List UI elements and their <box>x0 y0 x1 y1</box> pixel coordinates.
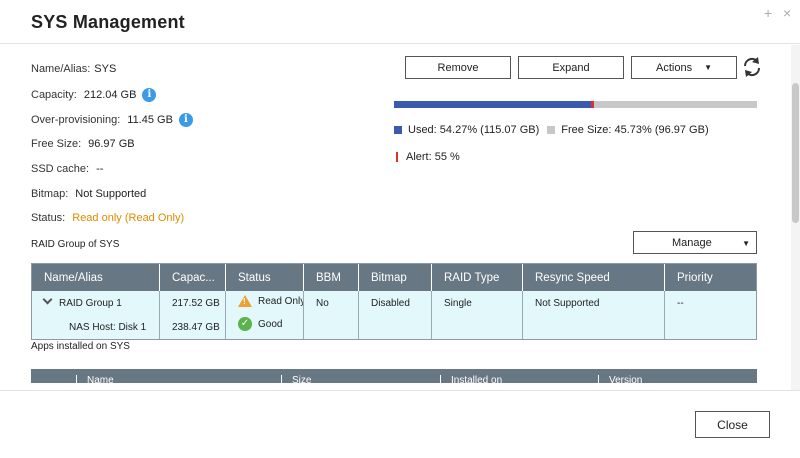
free-value: 96.97 GB <box>88 138 135 150</box>
apps-section-title: Apps installed on SYS <box>31 341 130 352</box>
ssd-label: SSD cache: <box>31 163 90 175</box>
actions-dropdown[interactable]: Actions ▼ <box>631 56 737 79</box>
usage-alert-marker <box>590 101 594 108</box>
scrollbar-thumb[interactable] <box>792 83 799 223</box>
name-value: SYS <box>94 63 117 75</box>
ssd-value: -- <box>96 163 104 175</box>
expand-button[interactable]: Expand <box>518 56 624 79</box>
caret-down-icon: ▼ <box>742 239 750 248</box>
alert-marker-icon <box>396 152 398 162</box>
usage-bar <box>394 101 757 108</box>
refresh-icon[interactable] <box>741 56 763 78</box>
status-value: Read only (Read Only) <box>72 212 185 224</box>
info-status: Status: Read only (Read Only) <box>31 212 184 224</box>
cell-name: RAID Group 1 NAS Host: Disk 1 <box>32 291 160 339</box>
caret-down-icon: ▼ <box>704 63 712 72</box>
cell-resync-speed: Not Supported <box>523 291 665 339</box>
apps-col-size[interactable]: Size <box>281 375 311 383</box>
apps-table-header: Name Size Installed on Version <box>31 369 757 383</box>
manage-label: Manage <box>672 237 712 249</box>
info-overprovisioning: Over-provisioning: 11.45 GB i <box>31 113 193 127</box>
info-name: Name/Alias: SYS <box>31 63 116 75</box>
cell-capacity: 217.52 GB 238.47 GB <box>160 291 226 339</box>
close-button[interactable]: Close <box>695 411 770 438</box>
raid-status: Read Only <box>258 295 304 307</box>
remove-button[interactable]: Remove <box>405 56 511 79</box>
legend-alert: Alert: 55 % <box>396 151 460 163</box>
apps-col-version[interactable]: Version <box>598 375 642 383</box>
manage-dropdown[interactable]: Manage ▼ <box>633 231 757 254</box>
disk-status: Good <box>258 318 283 330</box>
raid-table-header: Name/Alias Capac... Status BBM Bitmap RA… <box>32 264 756 291</box>
close-icon[interactable]: × <box>783 5 791 21</box>
alert-text: Alert: 55 % <box>406 151 460 163</box>
free-text: Free Size: 45.73% (96.97 GB) <box>561 124 709 136</box>
cell-priority: -- <box>677 298 684 309</box>
col-capacity[interactable]: Capac... <box>160 264 226 291</box>
apps-col-name[interactable]: Name <box>76 375 114 383</box>
legend-used: Used: 54.27% (115.07 GB) Free Size: 45.7… <box>394 124 709 136</box>
cell-status: ! Read Only ✓ Good <box>226 291 304 339</box>
raid-section-title: RAID Group of SYS <box>31 239 120 250</box>
cell-bitmap: Disabled <box>359 291 432 339</box>
actions-label: Actions <box>656 61 693 74</box>
info-icon[interactable]: i <box>178 113 193 127</box>
footer: Close <box>0 390 800 458</box>
window-title: SYS Management <box>31 12 185 32</box>
maximize-icon[interactable]: + <box>764 5 772 21</box>
bitmap-value: Not Supported <box>75 188 147 200</box>
bitmap-label: Bitmap: <box>31 188 69 200</box>
used-text: Used: 54.27% (115.07 GB) <box>408 124 540 136</box>
col-raid-type[interactable]: RAID Type <box>432 264 523 291</box>
cell-bbm: No <box>304 291 359 339</box>
col-resync-speed[interactable]: Resync Speed <box>523 264 665 291</box>
capacity-label: Capacity: <box>31 89 77 101</box>
usage-used-fill <box>394 101 591 108</box>
scrollbar[interactable] <box>791 45 800 390</box>
overprov-label: Over-provisioning: <box>31 114 121 126</box>
capacity-value: 212.04 GB <box>83 89 137 101</box>
name-label: Name/Alias: <box>31 63 91 75</box>
overprov-value: 11.45 GB <box>127 114 173 126</box>
free-label: Free Size: <box>31 138 82 150</box>
cell-raid-type: Single <box>432 291 523 339</box>
info-ssd: SSD cache: -- <box>31 163 103 175</box>
check-icon: ✓ <box>238 317 252 331</box>
title-bar: SYS Management + × <box>0 0 800 44</box>
col-priority[interactable]: Priority <box>665 264 756 291</box>
info-free: Free Size: 96.97 GB <box>31 138 135 150</box>
col-status[interactable]: Status <box>226 264 304 291</box>
chevron-down-icon[interactable] <box>42 294 53 305</box>
disk-name: NAS Host: Disk 1 <box>69 322 147 333</box>
warning-icon: ! <box>238 295 252 307</box>
raid-group-name: RAID Group 1 <box>59 298 122 309</box>
col-bitmap[interactable]: Bitmap <box>359 264 432 291</box>
disk-capacity: 238.47 GB <box>172 322 220 333</box>
col-bbm[interactable]: BBM <box>304 264 359 291</box>
content-panel: Name/Alias: SYS Capacity: 212.04 GB i Ov… <box>0 45 790 390</box>
table-row[interactable]: RAID Group 1 NAS Host: Disk 1 217.52 GB … <box>32 291 756 339</box>
info-bitmap: Bitmap: Not Supported <box>31 188 146 200</box>
apps-col-installed-on[interactable]: Installed on <box>440 375 502 383</box>
used-swatch <box>394 126 402 134</box>
col-name[interactable]: Name/Alias <box>32 264 160 291</box>
raid-capacity: 217.52 GB <box>172 298 220 309</box>
status-label: Status: <box>31 212 66 224</box>
raid-group-table: Name/Alias Capac... Status BBM Bitmap RA… <box>31 263 757 340</box>
info-icon[interactable]: i <box>142 88 157 102</box>
free-swatch <box>547 126 556 134</box>
info-capacity: Capacity: 212.04 GB i <box>31 88 157 102</box>
